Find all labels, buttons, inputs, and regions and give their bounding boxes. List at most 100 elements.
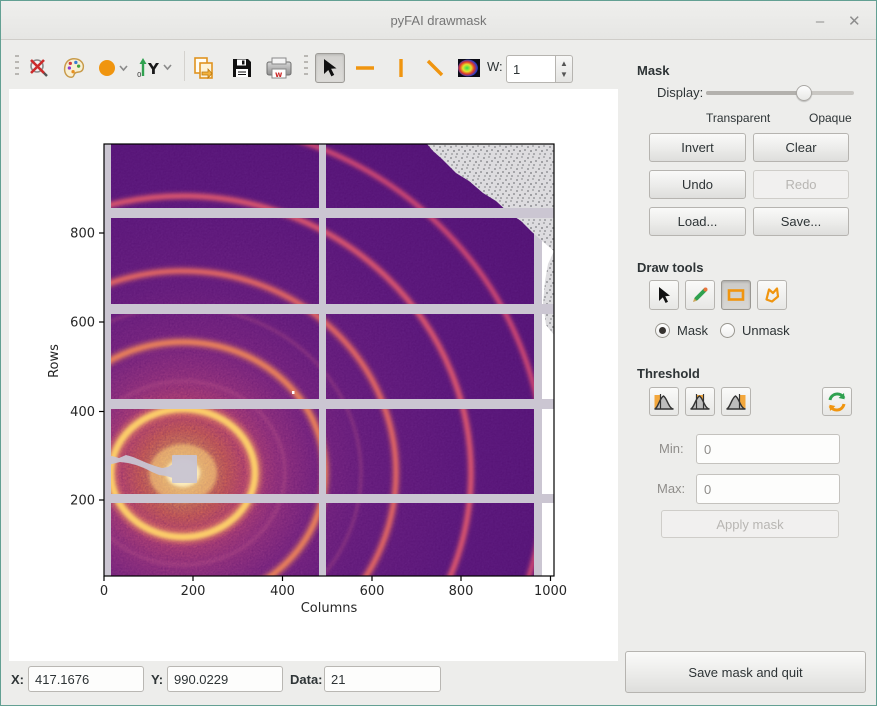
mask-radio[interactable] — [655, 323, 670, 338]
min-label: Min: — [659, 441, 684, 456]
svg-text:Y: Y — [147, 60, 160, 78]
reload-icon — [826, 391, 848, 413]
mask-opacity-slider-handle[interactable] — [796, 85, 812, 101]
dead-pixel — [292, 391, 295, 394]
copy-button[interactable] — [191, 55, 217, 81]
plot-panel: 0 200 400 600 800 1000 800 600 400 200 C… — [9, 89, 618, 661]
max-input[interactable] — [696, 474, 840, 504]
aggregation-icon — [96, 56, 128, 80]
toolbar-drag-handle — [15, 55, 19, 77]
pointer-tool-icon — [654, 285, 674, 305]
diagonal-line-icon — [423, 56, 447, 80]
threshold-above-icon — [725, 391, 747, 412]
opaque-label: Opaque — [809, 111, 852, 125]
svg-text:600: 600 — [70, 316, 95, 331]
apply-mask-button[interactable]: Apply mask — [661, 510, 839, 538]
vline-mask-button[interactable] — [388, 55, 414, 81]
close-button[interactable]: ✕ — [842, 9, 866, 33]
draw-tools-heading: Draw tools — [637, 260, 703, 275]
pointer-icon — [319, 57, 341, 79]
clear-button[interactable]: Clear — [753, 133, 849, 162]
horizontal-line-icon — [353, 56, 377, 80]
y-axis-orientation-icon: 0 Y — [136, 55, 176, 81]
vertical-line-icon — [389, 56, 413, 80]
transparent-label: Transparent — [706, 111, 770, 125]
threshold-between-icon — [689, 391, 711, 412]
svg-text:400: 400 — [70, 405, 95, 420]
max-label: Max: — [657, 481, 685, 496]
svg-text:0: 0 — [137, 71, 141, 79]
x-coordinate-field[interactable] — [28, 666, 144, 692]
toolbar-separator — [184, 51, 185, 81]
svg-text:w: w — [275, 70, 283, 79]
data-value-label: Data: — [290, 672, 323, 687]
titlebar: pyFAI drawmask – ✕ — [1, 1, 876, 40]
svg-text:400: 400 — [270, 584, 295, 599]
redo-button[interactable]: Redo — [753, 170, 849, 199]
window-title: pyFAI drawmask — [1, 13, 876, 28]
mask-section-heading: Mask — [637, 63, 670, 78]
copy-icon — [192, 56, 216, 80]
svg-text:1000: 1000 — [534, 584, 567, 599]
reset-zoom-button[interactable] — [26, 55, 52, 81]
save-button[interactable] — [229, 55, 255, 81]
palette-icon — [62, 55, 86, 81]
y-coordinate-label: Y: — [151, 672, 163, 687]
threshold-below-icon — [653, 391, 675, 412]
print-icon: w — [265, 56, 293, 80]
min-input[interactable] — [696, 434, 840, 464]
toolbar: 0 Y — [1, 41, 618, 89]
pencil-tool-button[interactable] — [685, 280, 715, 310]
pencil-tool-icon — [690, 285, 710, 305]
threshold-heading: Threshold — [637, 366, 700, 381]
load-mask-button[interactable]: Load... — [649, 207, 746, 236]
y-axis-label: Rows — [47, 344, 62, 378]
undo-button[interactable]: Undo — [649, 170, 746, 199]
svg-text:200: 200 — [70, 494, 95, 509]
display-label: Display: — [657, 85, 703, 100]
print-button[interactable]: w — [264, 55, 294, 81]
threshold-below-button[interactable] — [649, 387, 679, 416]
diffraction-plot[interactable]: 0 200 400 600 800 1000 800 600 400 200 C… — [9, 89, 618, 661]
data-value-field[interactable] — [324, 666, 441, 692]
x-axis-label: Columns — [301, 601, 358, 616]
reset-zoom-icon — [27, 56, 51, 80]
mask-radio-label: Mask — [677, 323, 708, 338]
threshold-above-button[interactable] — [721, 387, 751, 416]
save-mask-and-quit-button[interactable]: Save mask and quit — [625, 651, 866, 693]
aggregation-mode-button[interactable] — [95, 55, 129, 81]
unmask-radio-label: Unmask — [742, 323, 790, 338]
hline-mask-button[interactable] — [352, 55, 378, 81]
save-mask-button[interactable]: Save... — [753, 207, 849, 236]
colormap-button[interactable] — [61, 55, 87, 81]
rectangle-tool-button[interactable] — [721, 280, 751, 310]
y-coordinate-field[interactable] — [167, 666, 283, 692]
y-axis-orientation-button[interactable]: 0 Y — [135, 55, 177, 81]
colormap-preview-icon — [457, 58, 481, 78]
svg-text:600: 600 — [360, 584, 385, 599]
unmask-radio[interactable] — [720, 323, 735, 338]
colormap-preview-button[interactable] — [456, 55, 482, 81]
pencil-width-label: W: — [487, 59, 503, 74]
save-icon — [231, 57, 253, 79]
threshold-reload-button[interactable] — [822, 387, 852, 416]
minimize-button[interactable]: – — [808, 9, 832, 33]
svg-text:200: 200 — [181, 584, 206, 599]
toolbar-drag-handle-2 — [304, 55, 308, 77]
polygon-tool-button[interactable] — [757, 280, 787, 310]
polygon-tool-icon — [762, 285, 782, 305]
threshold-between-button[interactable] — [685, 387, 715, 416]
svg-text:800: 800 — [449, 584, 474, 599]
invert-button[interactable]: Invert — [649, 133, 746, 162]
x-coordinate-label: X: — [11, 672, 24, 687]
rectangle-tool-icon — [726, 285, 746, 305]
browse-tool-button[interactable] — [649, 280, 679, 310]
pan-select-button[interactable] — [315, 53, 345, 83]
pencil-width-spin-buttons[interactable]: ▲ ▼ — [556, 55, 573, 83]
svg-text:0: 0 — [100, 584, 108, 599]
spin-down-icon[interactable]: ▼ — [556, 68, 572, 81]
dline-mask-button[interactable] — [422, 55, 448, 81]
app-window: pyFAI drawmask – ✕ — [0, 0, 877, 706]
pencil-width-spinbox[interactable] — [506, 55, 556, 83]
diffraction-image — [9, 89, 618, 661]
